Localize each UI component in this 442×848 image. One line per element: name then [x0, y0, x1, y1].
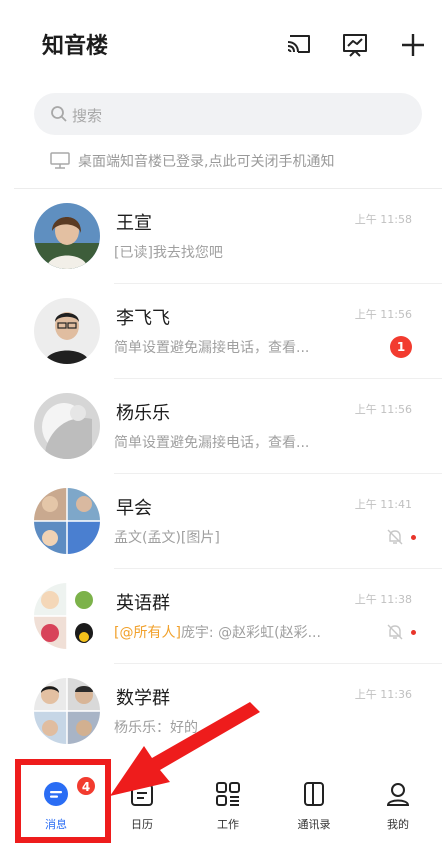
header: 知音楼	[0, 0, 442, 88]
plus-icon[interactable]	[398, 30, 428, 60]
cast-screen-icon[interactable]	[284, 30, 314, 60]
conversation-preview: 孟文(孟文)[图片]	[114, 530, 220, 546]
annotation-highlight-box	[15, 759, 111, 843]
search-icon	[50, 105, 68, 123]
conversation-row[interactable]: 早会 孟文(孟文)[图片] 上午 11:41	[0, 474, 442, 569]
avatar	[34, 393, 100, 459]
conversation-time: 上午 11:41	[354, 498, 412, 511]
avatar	[34, 298, 100, 364]
notice-text: 桌面端知音楼已登录,点此可关闭手机通知	[78, 154, 335, 170]
user-icon	[384, 780, 412, 808]
conversation-time: 上午 11:38	[354, 593, 412, 606]
conversation-name: 杨乐乐	[116, 403, 170, 424]
conversation-name: 李飞飞	[116, 308, 170, 329]
unread-badge: 1	[390, 336, 412, 358]
mention-tag: [@所有人]	[114, 625, 181, 641]
tab-contacts[interactable]: 通讯录	[270, 772, 358, 848]
search-bar[interactable]: 搜索	[34, 93, 422, 135]
avatar	[34, 203, 100, 269]
tab-label: 工作	[217, 818, 239, 831]
tab-profile[interactable]: 我的	[354, 772, 442, 848]
conversation-time: 上午 11:56	[354, 308, 412, 321]
tab-label: 我的	[387, 818, 409, 831]
chart-board-icon[interactable]	[340, 30, 370, 60]
group-avatar	[34, 488, 100, 554]
conversation-row[interactable]: 杨乐乐 简单设置避免漏接电话，查看... 上午 11:56	[0, 379, 442, 474]
conversation-preview: 简单设置避免漏接电话，查看...	[114, 435, 310, 451]
mute-bell-icon	[386, 528, 404, 546]
conversation-name: 早会	[116, 498, 152, 519]
conversation-preview: 简单设置避免漏接电话，查看...	[114, 340, 310, 356]
unread-dot	[411, 630, 416, 635]
address-book-icon	[300, 780, 328, 808]
unread-dot	[411, 535, 416, 540]
page-title: 知音楼	[42, 34, 109, 59]
conversation-row[interactable]: 英语群 [@所有人]庞宇: @赵彩虹(赵彩... 上午 11:38	[0, 569, 442, 664]
tab-label: 通讯录	[297, 818, 331, 831]
group-avatar	[34, 583, 100, 649]
conversation-name: 王宣	[116, 213, 152, 234]
group-avatar	[34, 678, 100, 744]
conversation-preview: [@所有人]庞宇: @赵彩虹(赵彩...	[114, 622, 321, 642]
mute-bell-icon	[386, 623, 404, 641]
monitor-icon	[50, 152, 70, 170]
conversation-time: 上午 11:56	[354, 403, 412, 416]
conversation-preview: [已读]我去找您吧	[114, 245, 223, 261]
tab-label: 日历	[131, 818, 153, 831]
conversation-time: 上午 11:58	[354, 213, 412, 226]
annotation-arrow-icon	[100, 700, 270, 810]
conversation-time: 上午 11:36	[354, 688, 412, 701]
conversation-name: 英语群	[116, 593, 170, 614]
conversation-row[interactable]: 王宣 [已读]我去找您吧 上午 11:58	[0, 189, 442, 284]
preview-text: 庞宇: @赵彩虹(赵彩...	[180, 625, 321, 641]
conversation-row[interactable]: 李飞飞 简单设置避免漏接电话，查看... 上午 11:56 1	[0, 284, 442, 379]
search-placeholder: 搜索	[72, 107, 103, 125]
